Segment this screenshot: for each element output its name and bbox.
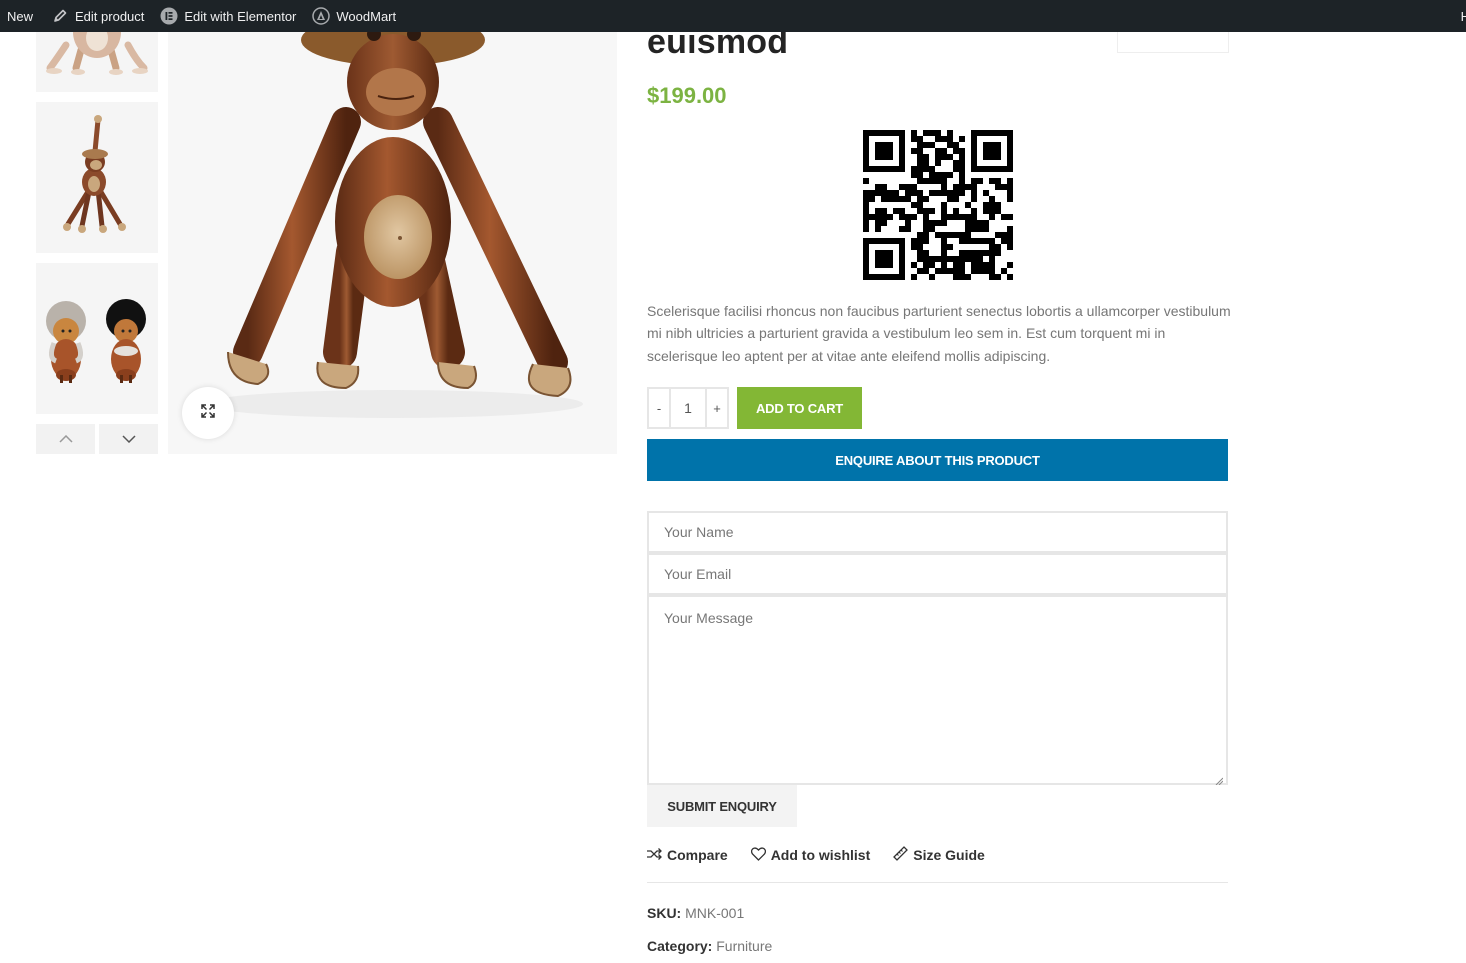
- zoom-expand-icon: [200, 403, 216, 424]
- product-category: Category: Furniture: [647, 938, 772, 954]
- admin-bar-account-label: H: [1460, 8, 1466, 24]
- heart-icon: [750, 846, 771, 864]
- wishlist-button[interactable]: Add to wishlist: [750, 846, 871, 864]
- thumbnail-next-button[interactable]: [99, 424, 158, 454]
- gallery-thumbnail-3[interactable]: [36, 263, 158, 414]
- product-nav-box: [1117, 32, 1229, 53]
- enquiry-name-placeholder: Your Name: [664, 524, 734, 540]
- admin-bar-new[interactable]: New: [0, 0, 43, 32]
- admin-bar-edit-elementor-label: Edit with Elementor: [184, 8, 297, 24]
- submit-enquiry-button[interactable]: SUBMIT ENQUIRY: [647, 785, 797, 827]
- compare-button[interactable]: Compare: [647, 847, 728, 863]
- admin-bar-woodmart[interactable]: WoodMart: [304, 0, 404, 32]
- admin-bar-woodmart-label: WoodMart: [336, 8, 397, 24]
- ruler-icon: [893, 846, 913, 864]
- enquiry-email-field[interactable]: Your Email: [647, 553, 1228, 595]
- enquiry-email-placeholder: Your Email: [664, 566, 732, 582]
- size-guide-button[interactable]: Size Guide: [893, 846, 985, 864]
- enquiry-message-placeholder: Your Message: [664, 610, 753, 626]
- meta-divider: [647, 882, 1228, 883]
- quantity-stepper: - 1 +: [647, 387, 729, 429]
- compare-icon: [647, 847, 667, 863]
- enquiry-name-field[interactable]: Your Name: [647, 511, 1228, 553]
- enquire-button[interactable]: ENQUIRE ABOUT THIS PRODUCT: [647, 439, 1228, 481]
- add-to-cart-button[interactable]: ADD TO CART: [737, 387, 862, 429]
- admin-bar-edit-elementor[interactable]: Edit with Elementor: [152, 0, 304, 32]
- elementor-icon: [160, 7, 178, 25]
- compare-label: Compare: [667, 847, 728, 863]
- pencil-icon: [51, 7, 69, 25]
- chevron-down-icon: [121, 430, 136, 448]
- quantity-plus-button[interactable]: +: [705, 387, 729, 429]
- chevron-up-icon: [58, 430, 73, 448]
- category-link[interactable]: Furniture: [716, 938, 772, 954]
- resize-handle-icon[interactable]: [1215, 772, 1224, 786]
- product-sku: SKU: MNK-001: [647, 905, 744, 921]
- admin-bar-new-label: New: [7, 8, 34, 24]
- product-price: $199.00: [647, 83, 727, 108]
- category-label: Category:: [647, 938, 713, 954]
- gallery-thumbnail-2[interactable]: [36, 102, 158, 253]
- monkey-figurine-image: [203, 32, 583, 418]
- sku-label: SKU:: [647, 905, 682, 921]
- product-main-image[interactable]: [168, 32, 617, 454]
- zoom-button[interactable]: [182, 387, 234, 439]
- admin-bar-edit-product[interactable]: Edit product: [43, 0, 152, 32]
- sku-value: MNK-001: [685, 905, 745, 921]
- quantity-input[interactable]: 1: [671, 387, 705, 429]
- qr-code-icon: [863, 130, 1013, 280]
- woodmart-icon: [312, 7, 331, 25]
- thumbnail-2-image: [63, 115, 126, 233]
- thumbnail-prev-button[interactable]: [36, 424, 95, 454]
- admin-bar: New Edit product Edit with Elementor Woo…: [0, 0, 1466, 32]
- wishlist-label: Add to wishlist: [770, 847, 871, 863]
- quantity-minus-button[interactable]: -: [647, 387, 671, 429]
- thumbnail-3-image: [46, 299, 146, 383]
- size-guide-label: Size Guide: [913, 847, 985, 863]
- enquiry-message-field[interactable]: Your Message: [647, 595, 1228, 786]
- admin-bar-account[interactable]: H: [1461, 0, 1466, 32]
- admin-bar-edit-product-label: Edit product: [75, 8, 145, 24]
- product-description: Scelerisque facilisi rhoncus non faucibu…: [647, 303, 1231, 364]
- product-actions: Compare Add to wishlist Size Guide: [647, 845, 1008, 865]
